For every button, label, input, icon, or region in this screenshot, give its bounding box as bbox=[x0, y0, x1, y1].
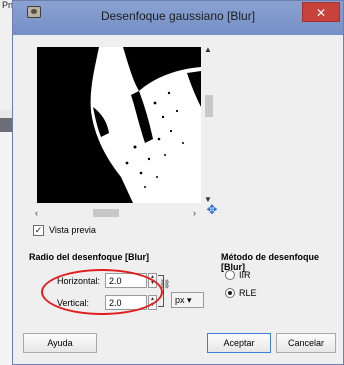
preview-image-graphic bbox=[37, 47, 201, 203]
unit-dropdown-value: px bbox=[175, 295, 185, 305]
cancel-button[interactable]: Cancelar bbox=[276, 333, 336, 353]
chevron-down-icon: ▾ bbox=[184, 295, 192, 305]
preview-vertical-scrollbar[interactable]: ▲ ▼ bbox=[201, 45, 215, 205]
scroll-right-arrow-icon[interactable]: › bbox=[193, 207, 203, 219]
scroll-left-arrow-icon[interactable]: ‹ bbox=[35, 207, 45, 219]
preview-image[interactable] bbox=[37, 47, 201, 203]
red-annotation-ellipse bbox=[41, 269, 163, 315]
navigate-move-icon[interactable]: ✥ bbox=[205, 203, 219, 217]
accept-button[interactable]: Aceptar bbox=[207, 333, 271, 353]
title-bar[interactable]: Desenfoque gaussiano [Blur] ✕ bbox=[13, 1, 343, 35]
horizontal-scroll-thumb[interactable] bbox=[93, 209, 119, 217]
preview-checkbox[interactable]: ✓ bbox=[33, 225, 44, 236]
preview-checkbox-label[interactable]: Vista previa bbox=[49, 225, 96, 235]
radius-section-title: Radio del desenfoque [Blur] bbox=[29, 252, 150, 262]
gimp-app-icon bbox=[27, 6, 41, 18]
scroll-up-arrow-icon[interactable]: ▲ bbox=[203, 45, 213, 55]
method-label-iir[interactable]: IIR bbox=[239, 270, 251, 280]
gaussian-blur-dialog: Desenfoque gaussiano [Blur] ✕ ▲ ▼ ‹ › ✥ … bbox=[12, 0, 344, 365]
vertical-scroll-thumb[interactable] bbox=[205, 95, 213, 117]
method-radio-rle[interactable] bbox=[225, 288, 235, 298]
method-radio-iir[interactable] bbox=[225, 270, 235, 280]
dialog-title: Desenfoque gaussiano [Blur] bbox=[100, 9, 256, 23]
preview-horizontal-scrollbar[interactable]: ‹ › bbox=[35, 207, 203, 219]
help-button[interactable]: Ayuda bbox=[23, 333, 97, 353]
method-section-title: Método de desenfoque [Blur] bbox=[221, 252, 320, 272]
close-button[interactable]: ✕ bbox=[302, 2, 340, 22]
unit-dropdown[interactable]: px ▾ bbox=[171, 292, 204, 308]
method-label-rle[interactable]: RLE bbox=[239, 288, 257, 298]
dialog-body: ▲ ▼ ‹ › ✥ ✓ Vista previa Radio del desen… bbox=[19, 35, 337, 359]
